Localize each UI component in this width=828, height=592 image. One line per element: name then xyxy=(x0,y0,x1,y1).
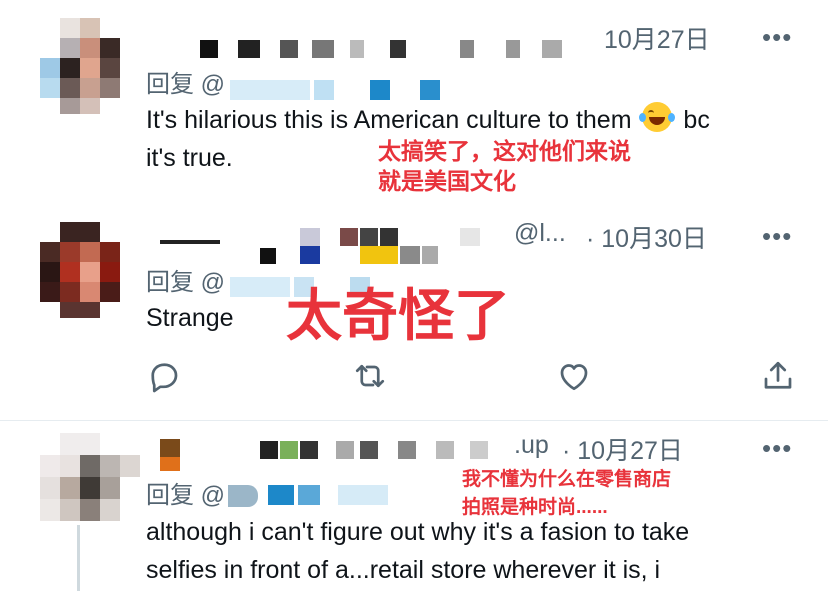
tweet-date[interactable]: 10月27日 xyxy=(604,20,710,56)
avatar[interactable] xyxy=(40,433,140,525)
retweet-icon[interactable] xyxy=(352,358,388,394)
tweet-text-line2: it's true. xyxy=(146,144,233,172)
tweet-text-line1: It's hilarious this is American culture … xyxy=(146,106,632,134)
tweet-text-line1: although i can't figure out why it's a f… xyxy=(146,518,690,546)
thread-connector-line xyxy=(77,525,80,591)
avatar[interactable] xyxy=(40,18,120,114)
more-options-icon[interactable]: ••• xyxy=(762,223,792,249)
tweet-1[interactable]: 10月27日 ••• 回复 @ It's hilarious this is A… xyxy=(0,0,828,200)
tweet-3[interactable]: .up · 10月27日 ••• 回复 @ 我不懂为什么在零售商店 拍照是种时尚… xyxy=(0,420,828,592)
reply-handle-redacted[interactable] xyxy=(228,485,408,507)
avatar[interactable] xyxy=(40,222,120,318)
more-options-icon[interactable]: ••• xyxy=(762,435,792,461)
annotation-text: 太奇怪了 xyxy=(286,284,510,347)
replying-to-label: 回复 @ xyxy=(146,269,226,296)
tweet-text-line2: selfies in front of a...retail store whe… xyxy=(146,556,661,584)
annotation-line1: 太搞笑了，这对他们来说 xyxy=(378,138,631,164)
tweet-actions xyxy=(146,358,806,398)
tweet-text: although i can't figure out why it's a f… xyxy=(146,513,806,589)
tweet-handle[interactable]: @l... xyxy=(514,219,566,248)
replying-to-label: 回复 @ xyxy=(146,71,226,98)
tweet-date[interactable]: · 10月27日 xyxy=(562,431,683,467)
more-options-icon[interactable]: ••• xyxy=(762,24,792,50)
reply-handle-redacted[interactable] xyxy=(230,80,460,100)
tweet-handle[interactable]: .up xyxy=(514,431,549,460)
display-name-redacted[interactable] xyxy=(160,40,580,58)
annotation-line1: 我不懂为什么在零售商店 xyxy=(462,469,672,490)
like-icon[interactable] xyxy=(556,358,592,394)
tweet-text: Strange xyxy=(146,304,234,332)
replying-to-label: 回复 @ xyxy=(146,482,226,509)
tweet-date[interactable]: · 10月30日 xyxy=(586,219,707,255)
tweet-text-suffix: bc xyxy=(676,106,710,134)
share-icon[interactable] xyxy=(760,358,796,394)
annotation-line2: 就是美国文化 xyxy=(378,168,516,194)
reply-icon[interactable] xyxy=(146,358,182,394)
laughing-tears-emoji-icon xyxy=(639,102,676,132)
